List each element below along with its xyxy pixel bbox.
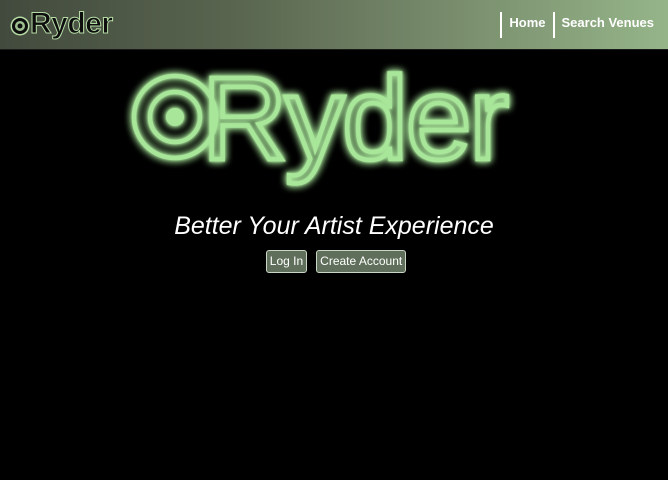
- logo-ring-icon: [12, 18, 28, 34]
- top-navbar: Ryder Home Search Venues: [0, 0, 668, 50]
- nav-link-search-venues[interactable]: Search Venues: [552, 12, 654, 38]
- action-buttons: Log In Create Account: [0, 250, 668, 273]
- tagline: Better Your Artist Experience: [174, 212, 494, 240]
- navbar-logo[interactable]: Ryder: [12, 6, 114, 42]
- hero-logo-glow: Ryder: [131, 51, 512, 187]
- hero-ring-dot-icon: [166, 108, 184, 126]
- navbar-logo-text: Ryder: [30, 7, 114, 41]
- landing-page: Ryder Home Search Venues Ryder Better Yo…: [0, 0, 668, 480]
- login-button[interactable]: Log In: [265, 250, 308, 273]
- hero-logo: Ryder: [128, 51, 542, 206]
- nav-links: Home Search Venues: [493, 12, 654, 38]
- create-account-button[interactable]: Create Account: [316, 250, 407, 273]
- nav-link-home[interactable]: Home: [500, 12, 546, 38]
- hero-logo-graphic: Ryder: [131, 51, 512, 187]
- hero-logo-text: Ryder: [202, 53, 507, 185]
